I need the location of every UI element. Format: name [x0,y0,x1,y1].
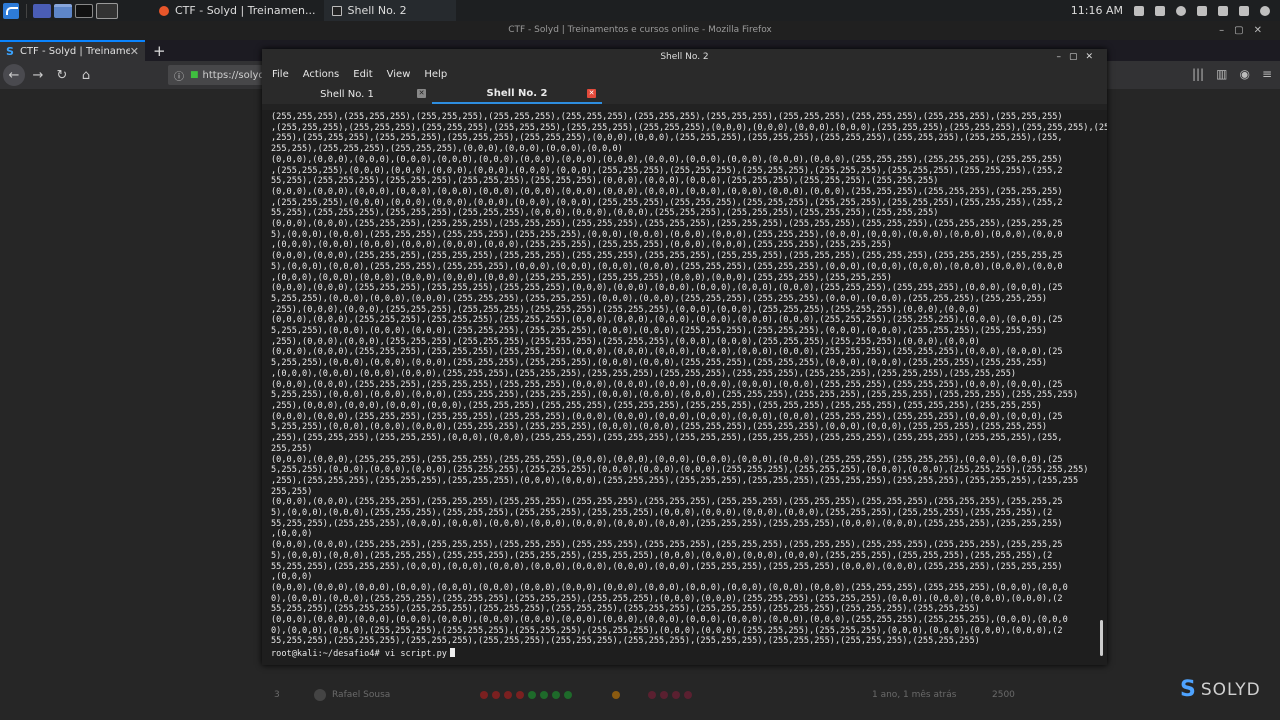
home-button[interactable]: ⌂ [75,64,97,86]
taskbar-item-firefox[interactable]: CTF - Solyd | Treinamen... [151,0,324,21]
submission-time: 1 ano, 1 mês atrás [872,690,957,700]
menu-help[interactable]: Help [424,69,447,80]
logo-text: SOLYD [1200,679,1261,700]
library-icon[interactable]: ||| [1192,67,1204,81]
back-button[interactable]: ← [3,64,25,86]
terminal-output: (255,255,255),(255,255,255),(255,255,255… [271,112,1107,647]
firefox-titlebar: CTF - Solyd | Treinamentos e cursos onli… [0,21,1280,40]
url-bar[interactable]: ⓘ ■ https://solyd.c [168,65,273,85]
taskbar-item-label: CTF - Solyd | Treinamen... [175,4,316,17]
panel-separator [26,3,27,18]
tab-label: Shell No. 1 [320,88,374,100]
score: 2500 [992,690,1015,700]
terminal-scrollbar[interactable] [1100,620,1103,656]
ranking-row: 3 Rafael Sousa 1 ano, 1 mês atrás 2500 [262,687,1042,703]
solyd-favicon-icon: S [6,45,14,58]
menu-edit[interactable]: Edit [353,69,372,80]
terminal-prompt-line[interactable]: root@kali:~/desafio4# vi script.py [271,648,1107,659]
account-icon[interactable]: ◉ [1239,67,1249,81]
system-tray: 11:16 AM [1071,4,1280,17]
volume-icon[interactable] [1155,5,1165,16]
forward-button[interactable]: → [27,64,49,86]
terminal-output-area[interactable]: (255,255,255),(255,255,255),(255,255,255… [262,110,1107,665]
firefox-tab[interactable]: S CTF - Solyd | Treinamen ✕ [0,40,145,61]
firefox-window-title: CTF - Solyd | Treinamentos e cursos onli… [508,25,772,35]
workspace-icon[interactable] [33,3,51,18]
hamburger-menu-icon[interactable]: ≡ [1262,67,1272,81]
network-icon[interactable] [1218,5,1228,16]
terminal-tab-strip: Shell No. 1 ✕ Shell No. 2 ✕ [262,84,1107,104]
top-panel: CTF - Solyd | Treinamen... Shell No. 2 1… [0,0,1280,21]
battery-icon[interactable] [1197,5,1207,16]
notifications-icon[interactable] [1176,5,1186,16]
window-controls[interactable]: –▢✕ [1219,21,1272,40]
menu-view[interactable]: View [387,69,411,80]
kali-dragon-icon [3,2,19,19]
lock-icon[interactable] [1239,5,1249,16]
display-icon[interactable] [1134,5,1144,16]
close-tab-icon[interactable]: ✕ [417,89,426,98]
close-tab-icon[interactable]: ✕ [587,89,596,98]
tab-label: CTF - Solyd | Treinamen [19,46,130,57]
power-icon[interactable] [1260,5,1270,16]
user-name: Rafael Sousa [332,690,391,700]
close-tab-icon[interactable]: ✕ [130,45,139,58]
terminal-window: Shell No. 2 –▢✕ File Actions Edit View H… [262,49,1107,665]
taskbar-item-terminal[interactable]: Shell No. 2 [323,0,456,21]
prompt-text: root@kali:~/desafio4# vi script.py [271,649,447,660]
challenge-dots [480,691,693,699]
solyd-logo: S SOLYD [1180,677,1261,702]
kali-menu-button[interactable] [2,2,20,19]
terminal-window-title: Shell No. 2 [660,52,709,62]
lock-icon: ■ [190,70,199,80]
info-icon[interactable]: ⓘ [174,68,184,83]
terminal-icon [331,5,342,16]
window-controls[interactable]: –▢✕ [1056,49,1101,65]
file-manager-icon[interactable] [54,3,72,18]
rank: 3 [274,690,280,700]
show-desktop-icon[interactable] [96,2,118,19]
taskbar-item-label: Shell No. 2 [347,4,407,17]
new-tab-button[interactable]: + [153,42,166,60]
avatar [314,689,326,701]
tab-shell-1[interactable]: Shell No. 1 ✕ [262,84,432,104]
menu-actions[interactable]: Actions [303,69,340,80]
solyd-s-icon: S [1180,677,1197,702]
text-cursor [449,648,455,658]
sidebar-icon[interactable]: ▥ [1216,67,1227,81]
reload-button[interactable]: ↻ [51,64,73,86]
menu-file[interactable]: File [272,69,289,80]
tab-label: Shell No. 2 [486,87,548,99]
terminal-menubar: File Actions Edit View Help [262,65,1107,84]
terminal-titlebar: Shell No. 2 –▢✕ [262,49,1107,65]
terminal-launcher-icon[interactable] [75,3,93,18]
toolbar-right: ||| ▥ ◉ ≡ [1192,67,1272,81]
firefox-icon [159,5,169,16]
tab-shell-2[interactable]: Shell No. 2 ✕ [432,84,602,104]
clock[interactable]: 11:16 AM [1071,4,1123,17]
